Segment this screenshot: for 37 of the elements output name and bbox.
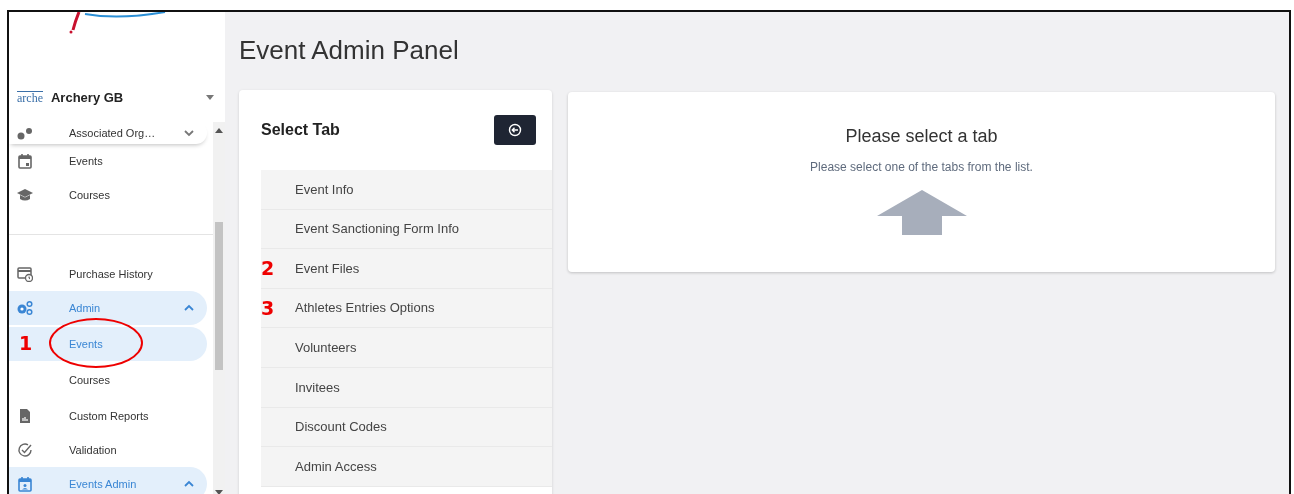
purchase-history-icon <box>17 266 33 282</box>
group-icon <box>17 125 33 141</box>
page-title: Event Admin Panel <box>239 34 460 68</box>
scrollbar[interactable] <box>213 122 225 494</box>
organization-selector[interactable]: arche Archery GB <box>9 74 225 122</box>
expand-chevron-icon <box>183 127 195 139</box>
tab-item[interactable]: Discount Codes <box>261 407 552 448</box>
report-icon <box>17 408 33 424</box>
tab-item[interactable]: Admin Access <box>261 447 552 487</box>
annotation-number: 3 <box>261 298 275 318</box>
tab-item[interactable]: Event Sanctioning Form Info <box>261 209 552 250</box>
sidebar-item[interactable]: Courses <box>9 178 207 212</box>
sidebar-item[interactable]: Events <box>9 144 207 178</box>
check-circle-icon <box>17 442 33 458</box>
tab-list-title: Select Tab <box>261 120 340 140</box>
annotation-number: 1 <box>19 334 33 353</box>
tab-item[interactable]: Invitees <box>261 367 552 408</box>
tab-item[interactable]: Event Info <box>261 170 552 210</box>
organization-logo: arche <box>17 90 43 106</box>
sidebar-item[interactable]: Custom Reports <box>9 399 207 433</box>
scroll-up-icon[interactable] <box>215 128 223 134</box>
up-arrow-icon <box>876 189 967 235</box>
sidebar-item[interactable]: Purchase History <box>9 257 207 291</box>
sidebar-item[interactable]: Validation <box>9 433 207 467</box>
tab-item[interactable]: Volunteers <box>261 328 552 368</box>
organization-name: Archery GB <box>51 89 125 108</box>
sidebar-subitem[interactable]: Courses <box>9 363 207 397</box>
graduation-cap-icon <box>17 187 33 203</box>
sidebar-item[interactable]: Associated Org… <box>9 122 207 144</box>
message-text: Please select one of the tabs from the list. <box>810 158 1033 176</box>
dropdown-icon <box>205 95 215 101</box>
calendar-person-icon <box>17 476 33 492</box>
annotation-number: 2 <box>261 259 275 279</box>
back-button[interactable] <box>494 115 536 145</box>
gears-icon <box>17 300 33 316</box>
message-title: Please select a tab <box>845 126 998 148</box>
calendar-icon <box>17 153 33 169</box>
